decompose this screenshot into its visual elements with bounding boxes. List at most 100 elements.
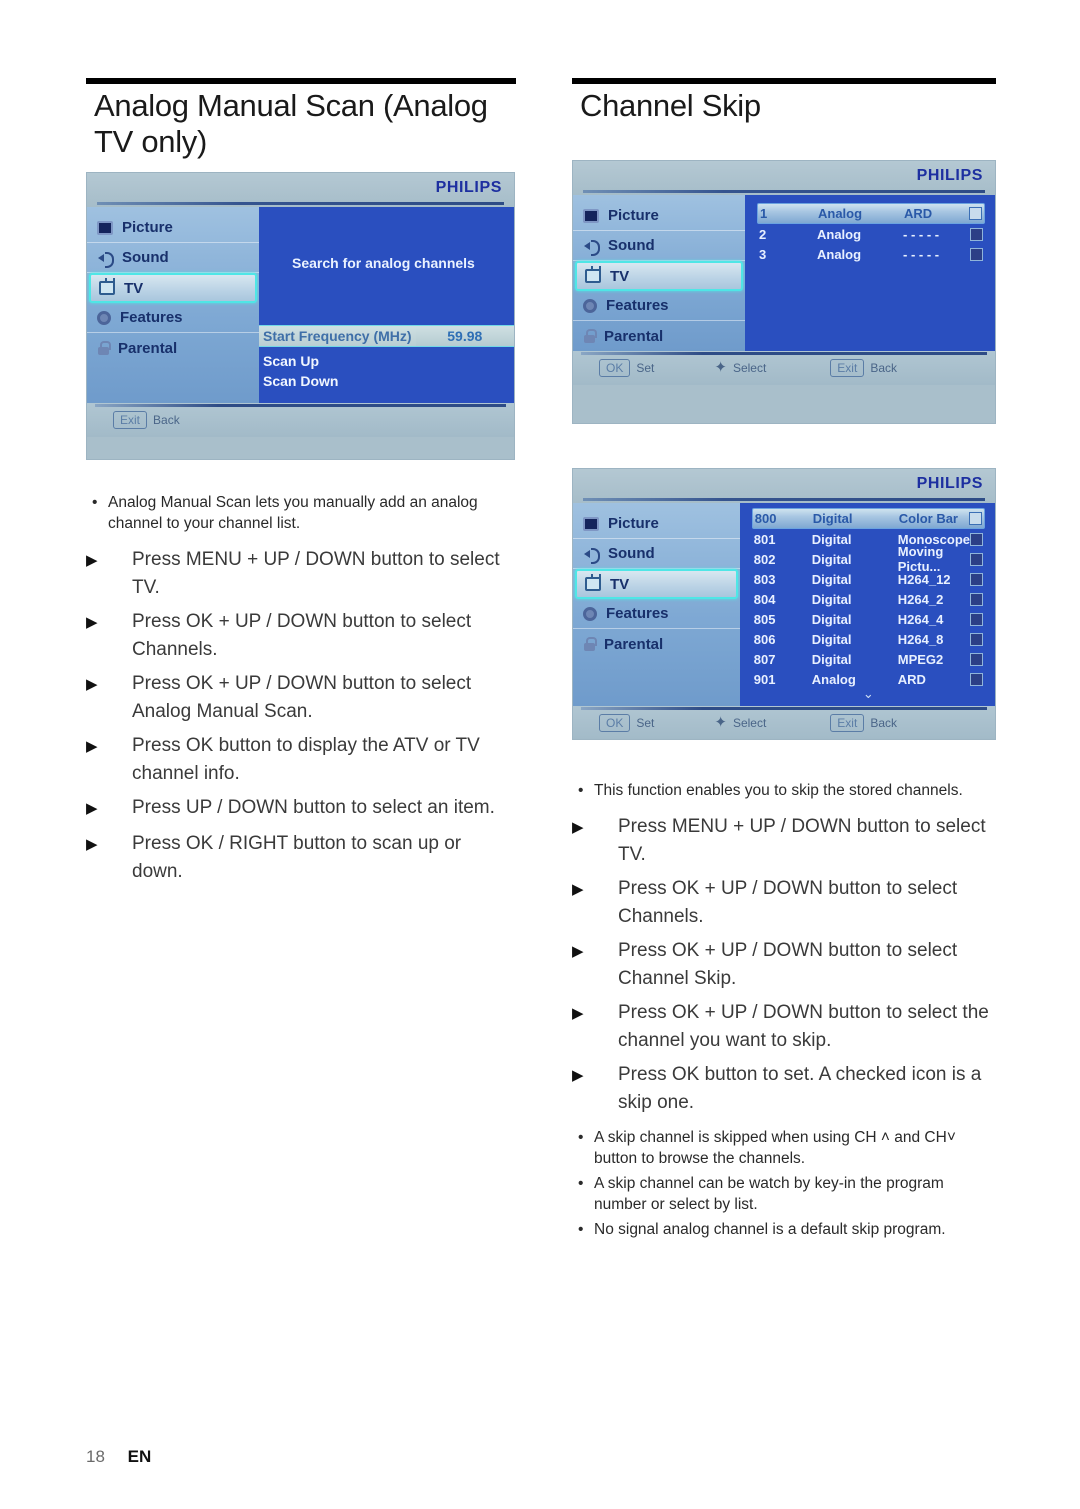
sidebar-item-picture[interactable]: Picture (573, 201, 745, 231)
skip-checkbox[interactable] (970, 632, 983, 646)
osd-menu-list: Picture Sound TV Features Parental (87, 207, 259, 403)
osd-content-title: Search for analog channels (292, 255, 475, 271)
channel-number: 807 (753, 651, 776, 667)
ok-keycap: OK (599, 359, 631, 377)
channel-row[interactable]: 3 Analog - - - - - (757, 244, 985, 264)
exit-keycap: Exit (830, 359, 865, 377)
list-item: • This function enables you to skip the … (572, 780, 992, 801)
channel-row[interactable]: 2 Analog - - - - - (757, 224, 985, 244)
osd-screenshot-channel-skip-digital: PHILIPS Picture Sound TV Features Parent… (572, 468, 996, 740)
channel-number: 2 (759, 226, 767, 242)
bullet-icon: • (92, 494, 98, 511)
skip-checkbox[interactable] (970, 532, 983, 546)
skip-checkbox[interactable] (970, 227, 983, 241)
speaker-icon (97, 251, 114, 268)
channel-type: Analog (818, 206, 863, 221)
speaker-icon (583, 547, 600, 564)
skip-checkbox[interactable] (970, 672, 983, 686)
sidebar-item-parental[interactable]: Parental (573, 321, 745, 351)
exit-key-label: Back (870, 361, 897, 375)
channel-row[interactable]: 805 Digital H264_4 (752, 609, 985, 629)
channel-row[interactable]: 807 Digital MPEG2 (752, 649, 985, 669)
dpad-icon: ✦ (714, 359, 727, 376)
scan-down-option[interactable]: Scan Down (263, 373, 338, 389)
sidebar-item-tv[interactable]: TV (575, 569, 738, 599)
skip-checkbox[interactable] (970, 652, 983, 666)
key-hint-select[interactable]: ✦ Select (714, 715, 767, 730)
sidebar-item-tv[interactable]: TV (89, 273, 257, 303)
sidebar-item-picture[interactable]: Picture (87, 213, 259, 243)
sidebar-item-sound[interactable]: Sound (87, 243, 259, 273)
osd-top-divider (97, 202, 504, 205)
key-hint-exit[interactable]: Exit Back (113, 411, 180, 429)
bullet-icon: • (578, 1175, 584, 1192)
sidebar-item-label: Sound (608, 237, 655, 254)
philips-logo: PHILIPS (916, 167, 983, 184)
skip-checkbox[interactable] (970, 572, 983, 586)
list-item: ▶ Press OK + UP / DOWN button to select … (572, 875, 992, 931)
osd-footer-bar: OK Set ✦ Select Exit Back (573, 351, 995, 385)
skip-checkbox[interactable] (969, 512, 982, 525)
channel-row[interactable]: 803 Digital H264_12 (752, 569, 985, 589)
step-text: Press OK button to display the ATV or TV… (132, 735, 480, 784)
key-hint-ok[interactable]: OK Set (599, 359, 654, 377)
sidebar-item-parental[interactable]: Parental (87, 333, 259, 363)
channel-number: 3 (759, 246, 767, 262)
key-hint-exit[interactable]: Exit Back (830, 714, 897, 732)
page-footer: 18 EN (86, 1447, 151, 1467)
channel-type: Analog (817, 226, 862, 242)
channel-row[interactable]: 800 Digital Color Bar (751, 508, 985, 529)
sidebar-item-tv[interactable]: TV (575, 261, 743, 291)
sidebar-item-parental[interactable]: Parental (573, 629, 740, 659)
sidebar-item-label: TV (610, 575, 630, 593)
sidebar-item-sound[interactable]: Sound (573, 539, 740, 569)
channel-type: Digital (811, 651, 852, 667)
sidebar-item-sound[interactable]: Sound (573, 231, 745, 261)
intro-text: Analog Manual Scan lets you manually add… (108, 494, 478, 532)
sidebar-item-features[interactable]: Features (573, 599, 740, 629)
list-item: • No signal analog channel is a default … (572, 1219, 992, 1240)
start-frequency-label: Start Frequency (MHz) (259, 325, 416, 347)
channel-row[interactable]: 1 Analog ARD (757, 203, 985, 224)
skip-checkbox[interactable] (969, 207, 982, 220)
key-hint-ok[interactable]: OK Set (599, 714, 654, 732)
skip-checkbox[interactable] (970, 592, 983, 606)
osd-body: Picture Sound TV Features Parental (573, 503, 995, 706)
exit-key-label: Back (153, 413, 180, 427)
start-frequency-row[interactable]: Start Frequency (MHz) 59.98 (259, 325, 514, 347)
channel-row[interactable]: 806 Digital H264_8 (752, 629, 985, 649)
step-text: Press OK + UP / DOWN button to select th… (618, 1002, 989, 1051)
list-item: • A skip channel is skipped when using C… (572, 1127, 992, 1169)
skip-checkbox[interactable] (970, 247, 983, 261)
channel-row[interactable]: 802 Digital Moving Pictu... (752, 544, 985, 574)
channel-list: 800 Digital Color Bar 801 Digital Monosc… (740, 503, 995, 706)
channel-name: ARD (904, 206, 933, 221)
skip-checkbox[interactable] (970, 552, 983, 566)
channel-type: Digital (811, 531, 852, 547)
channel-list: 1 Analog ARD 2 Analog - - - - - 3 Analog (745, 195, 995, 272)
sidebar-item-label: Parental (118, 339, 178, 357)
page-number: 18 (86, 1447, 105, 1466)
sidebar-item-label: Picture (608, 207, 659, 224)
osd-topbar: PHILIPS (87, 173, 514, 207)
list-item: ▶ Press OK + UP / DOWN button to select … (572, 999, 992, 1055)
channel-number: 804 (753, 591, 776, 607)
bullet-icon: • (578, 1129, 584, 1146)
chevron-down-icon[interactable]: ⌄ (752, 687, 985, 700)
triangle-icon: ▶ (86, 676, 98, 693)
sidebar-item-label: TV (124, 279, 144, 297)
channel-row[interactable]: 804 Digital H264_2 (752, 589, 985, 609)
triangle-icon: ▶ (572, 1067, 584, 1084)
sidebar-item-features[interactable]: Features (87, 303, 259, 333)
intro-text: This function enables you to skip the st… (594, 782, 963, 799)
sidebar-item-features[interactable]: Features (573, 291, 745, 321)
skip-checkbox[interactable] (970, 612, 983, 626)
channel-type: Digital (812, 511, 853, 526)
key-hint-select[interactable]: ✦ Select (714, 359, 766, 376)
select-key-label: Select (732, 716, 767, 730)
start-frequency-value[interactable]: 59.98 (415, 325, 514, 347)
key-hint-exit[interactable]: Exit Back (830, 359, 897, 377)
sidebar-item-picture[interactable]: Picture (573, 509, 740, 539)
channel-number: 802 (753, 551, 776, 567)
scan-up-option[interactable]: Scan Up (263, 353, 319, 369)
